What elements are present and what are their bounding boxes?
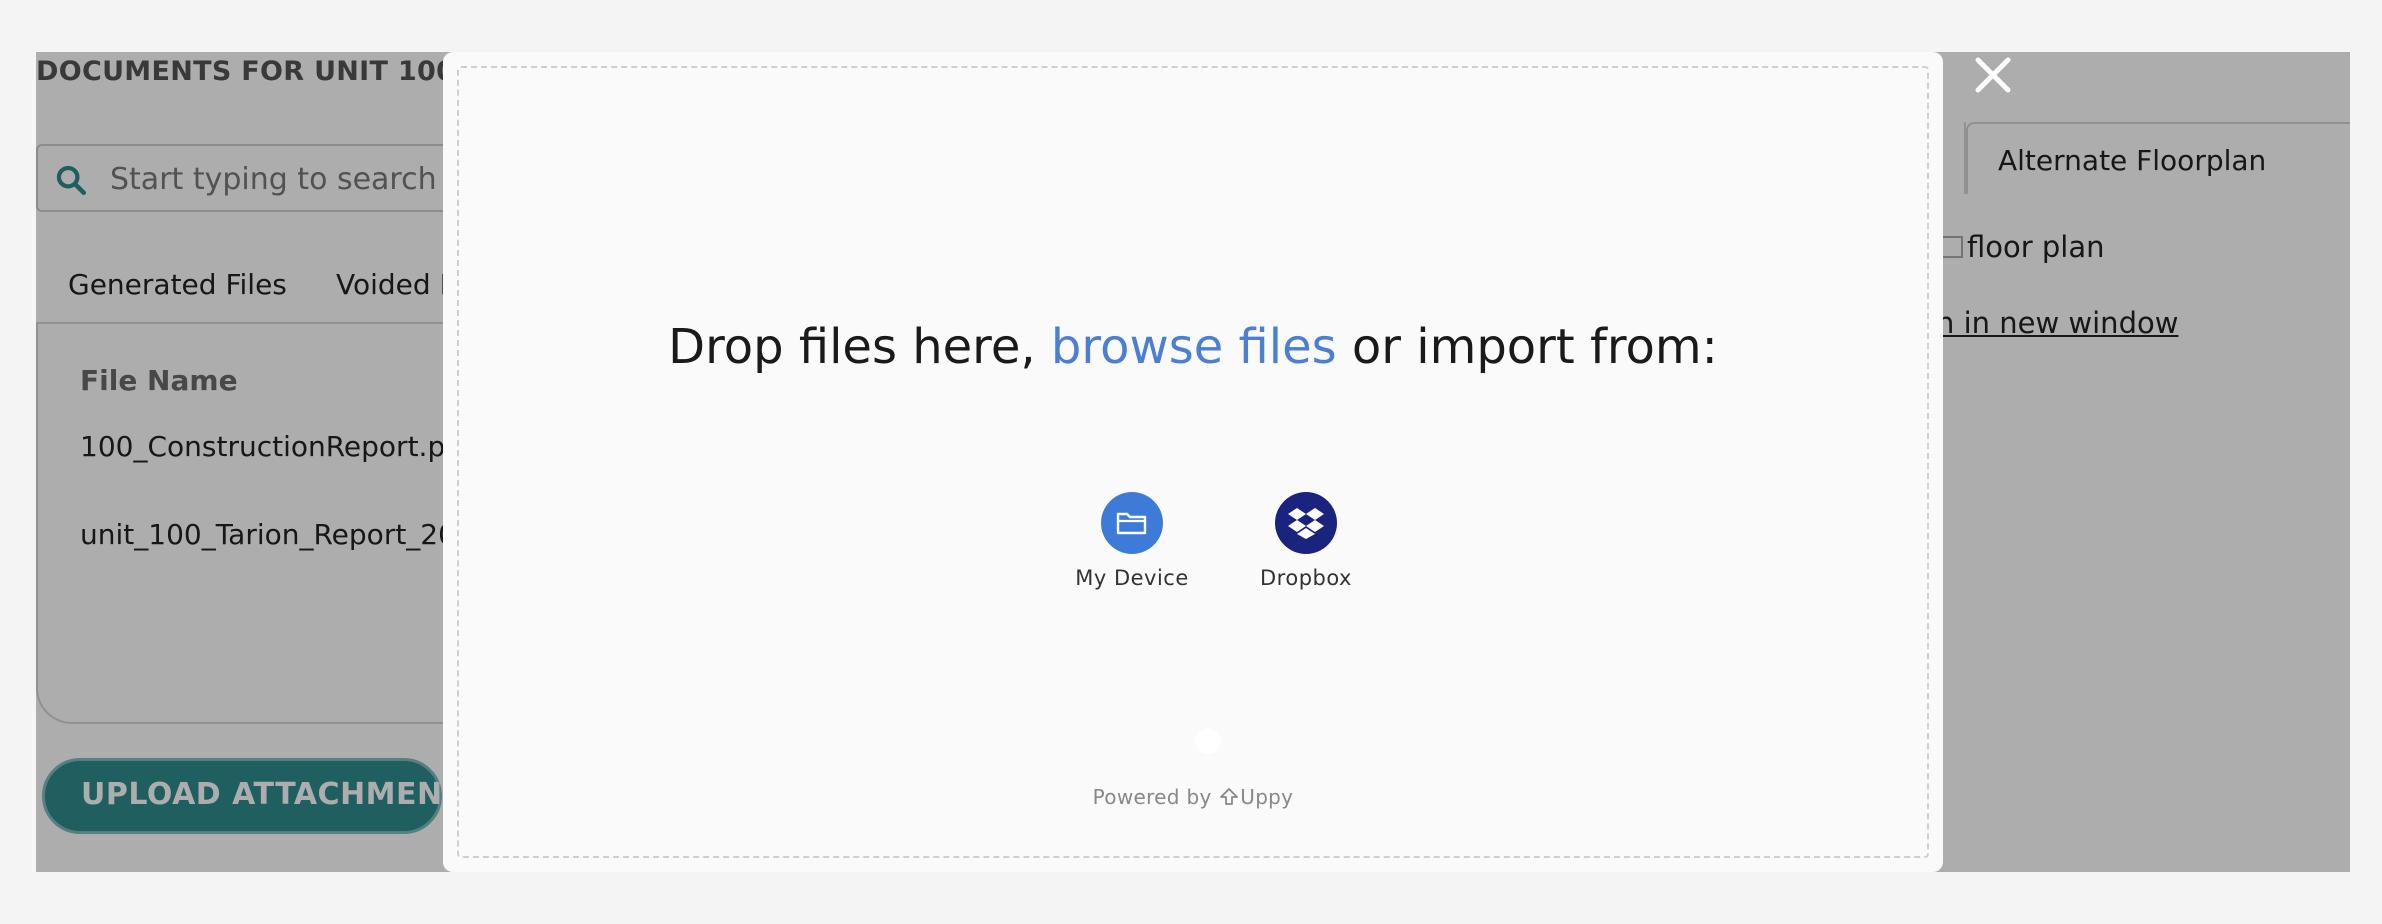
browse-files-link[interactable]: browse files	[1051, 319, 1337, 375]
drop-text-prefix: Drop files here,	[668, 319, 1036, 375]
upload-modal: Drop files here, browse files or import …	[443, 52, 1943, 872]
source-my-device-label: My Device	[1075, 566, 1189, 590]
uppy-logo-icon	[1220, 788, 1239, 805]
dropbox-icon	[1275, 492, 1337, 554]
source-dropbox-label: Dropbox	[1260, 566, 1352, 590]
uppy-brand-text[interactable]: Uppy	[1240, 785, 1293, 809]
close-icon[interactable]	[1972, 54, 2014, 96]
drop-zone[interactable]: Drop files here, browse files or import …	[457, 66, 1929, 858]
drop-text-suffix: or import from:	[1351, 319, 1718, 375]
source-dropbox-button[interactable]: Dropbox	[1236, 492, 1376, 590]
drop-instructions: Drop files here, browse files or import …	[459, 314, 1927, 381]
folder-icon	[1101, 492, 1163, 554]
status-indicator	[1195, 728, 1221, 754]
source-my-device-button[interactable]: My Device	[1062, 492, 1202, 590]
powered-by-text: Powered by	[1092, 785, 1212, 809]
powered-by-footer: Powered by Uppy	[459, 785, 1927, 809]
